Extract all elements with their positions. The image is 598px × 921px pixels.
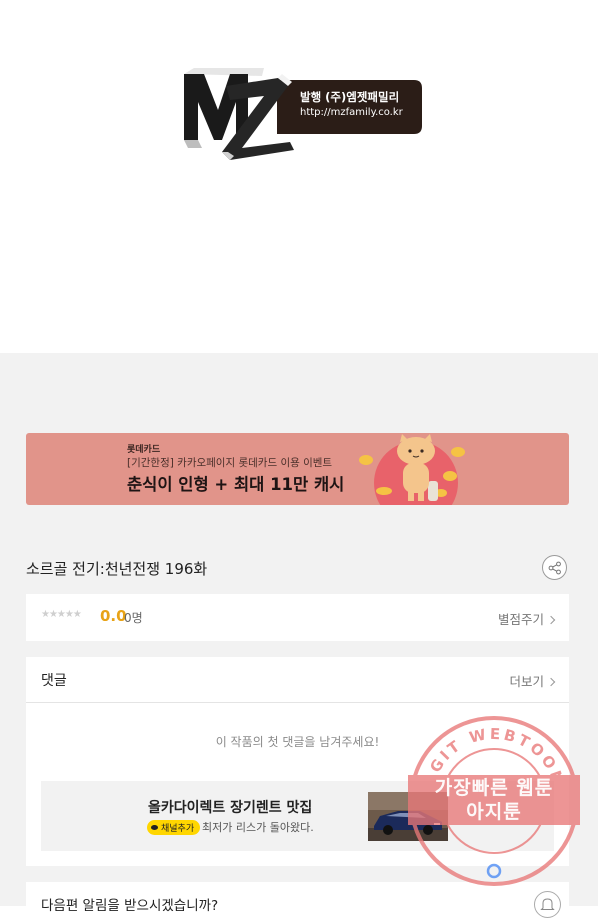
ad-text: 최저가 리스가 돌아왔다.: [202, 821, 314, 834]
notify-toggle-button[interactable]: [534, 891, 561, 918]
share-button[interactable]: [542, 555, 567, 580]
lotte-card-event-banner[interactable]: 롯데카드 [기간한정] 카카오페이지 롯데카드 이용 이벤트 춘식이 인형 + …: [26, 433, 569, 505]
rater-count: 0명: [124, 611, 143, 625]
star-rating-icons: ★★★★★: [41, 609, 82, 620]
notify-text: 다음편 알림을 받으시겠습니까?: [41, 898, 219, 914]
publisher-text: 발행 (주)엠젯패밀리 http://mzfamily.co.kr: [300, 90, 403, 120]
publisher-area: 발행 (주)엠젯패밀리 http://mzfamily.co.kr: [0, 0, 598, 353]
comments-more-label: 더보기: [509, 674, 544, 689]
watermark-line2: 아지툰: [466, 801, 522, 823]
rating-score: 0.0: [100, 607, 127, 625]
chunsik-character-illustration: [359, 434, 465, 505]
bell-icon: [540, 898, 555, 910]
chat-bubble-icon: [151, 825, 158, 830]
comments-title: 댓글: [41, 673, 67, 689]
comments-header: 댓글 더보기: [26, 657, 569, 703]
chevron-right-icon: [546, 677, 556, 687]
ad-badge-label: 채널추가: [161, 824, 195, 834]
publisher-url: http://mzfamily.co.kr: [300, 107, 403, 118]
rate-button-label: 별점주기: [497, 612, 544, 627]
ad-title: 올카다이렉트 장기렌트 맛집: [148, 800, 313, 816]
banner-headline: 춘식이 인형 + 최대 11만 캐시: [127, 475, 345, 494]
rating-card: ★★★★★ 0.0 0명 별점주기: [26, 594, 569, 641]
ad-channel-badge[interactable]: 채널추가: [147, 820, 201, 835]
episode-title: 소르골 전기:천년전쟁 196화: [26, 560, 208, 578]
banner-subtitle: [기간한정] 카카오페이지 롯데카드 이용 이벤트: [127, 457, 333, 469]
watermark-text: 가장빠른 웹툰 아지툰: [408, 776, 580, 824]
rate-button[interactable]: 별점주기: [497, 609, 556, 628]
share-icon: [548, 561, 561, 575]
publisher-name: 발행 (주)엠젯패밀리: [300, 90, 400, 104]
watermark-line1: 가장빠른 웹툰: [434, 777, 554, 799]
chevron-right-icon: [546, 615, 556, 625]
banner-brand: 롯데카드: [127, 445, 161, 455]
comments-more-button[interactable]: 더보기: [509, 671, 556, 690]
